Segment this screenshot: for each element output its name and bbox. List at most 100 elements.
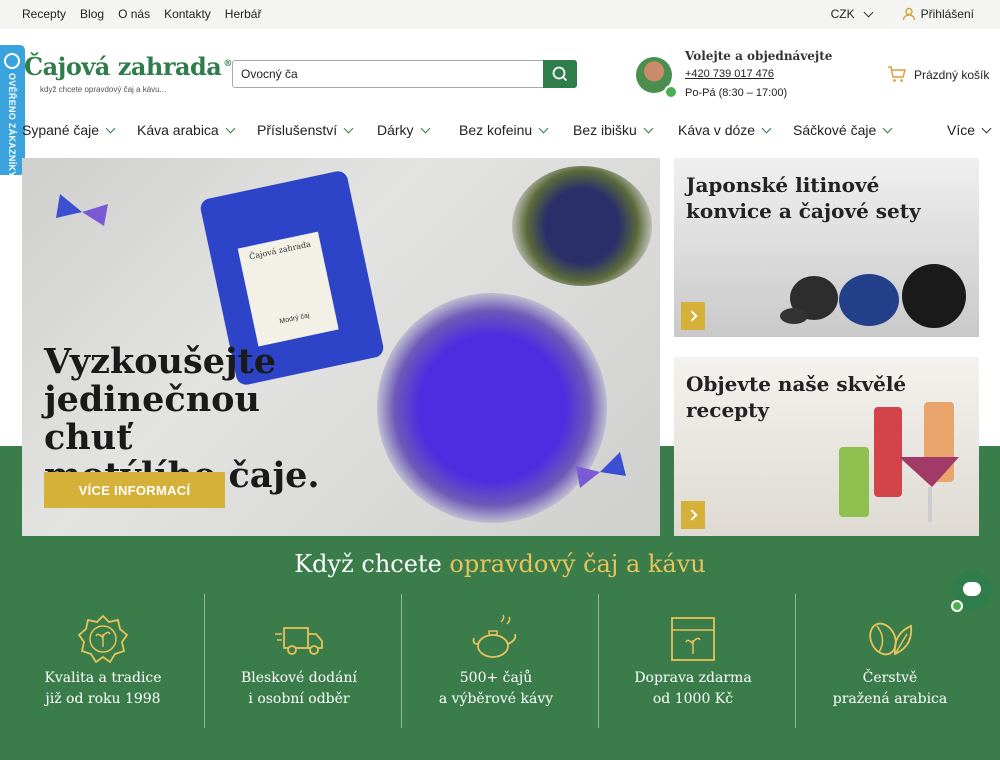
pouch-brand: Čajová zahrada	[248, 239, 312, 262]
top-link-o-nas[interactable]: O nás	[118, 7, 150, 21]
chevron-down-icon	[882, 123, 893, 133]
menu-label: Více	[947, 122, 976, 138]
butterfly-icon	[56, 194, 108, 226]
feature-line-1: Doprava zdarma	[634, 670, 752, 686]
menu-label: Bez ibišku	[573, 122, 637, 138]
operator-avatar	[636, 57, 678, 99]
menu-label: Příslušenství	[257, 122, 338, 138]
feature-line-2: od 1000 Kč	[652, 691, 734, 707]
menu-prislusenstvi[interactable]: Příslušenství	[257, 122, 354, 138]
promo-teapots-title: Japonské litinové konvice a čajové sety	[686, 173, 921, 223]
registered-mark: ®	[223, 59, 232, 69]
top-links: Recepty Blog O nás Kontakty Herbář	[22, 7, 261, 21]
menu-sypane-caje[interactable]: Sypané čaje	[22, 122, 116, 138]
feature-line-2: i osobní odběr	[248, 691, 350, 707]
top-link-herbar[interactable]: Herbář	[225, 7, 262, 21]
feature-line-1: 500+ čajů	[459, 670, 533, 686]
menu-bez-kofeinu[interactable]: Bez kofeinu	[459, 122, 549, 138]
site-logo[interactable]: Čajová zahrada ®	[24, 52, 232, 81]
feature-line-1: Čerstvě	[862, 670, 918, 686]
menu-bez-ibisku[interactable]: Bez ibišku	[573, 122, 654, 138]
promo-teapots[interactable]: Japonské litinové konvice a čajové sety	[674, 158, 979, 337]
feature-line-2: pražená arabica	[832, 691, 948, 707]
slogan-accent: opravdový čaj a kávu	[449, 550, 706, 578]
menu-label: Dárky	[377, 122, 414, 138]
cart-link[interactable]: Prázdný košík	[887, 66, 989, 83]
menu-label: Bez kofeinu	[459, 122, 533, 138]
top-link-kontakty[interactable]: Kontakty	[164, 7, 211, 21]
feature-free-shipping: Doprava zdarma od 1000 Kč	[595, 594, 791, 728]
login-link[interactable]: Přihlášení	[902, 7, 974, 21]
menu-sackove-caje[interactable]: Sáčkové čaje	[793, 122, 893, 138]
top-link-recepty[interactable]: Recepty	[22, 7, 66, 21]
package-icon	[671, 617, 715, 661]
butterfly-icon	[576, 452, 626, 488]
chat-button[interactable]	[951, 570, 992, 612]
teapots-image	[780, 264, 966, 328]
logo-name: Čajová zahrada	[24, 52, 222, 81]
slogan: Když chcete opravdový čaj a kávu	[0, 550, 1000, 578]
feature-fresh-coffee: Čerstvě pražená arabica	[792, 594, 988, 728]
main-menu: Sypané čaje Káva arabica Příslušenství D…	[0, 118, 1000, 144]
quality-badge-icon	[78, 614, 128, 664]
feature-delivery: Bleskové dodání i osobní odběr	[201, 594, 397, 728]
search-input[interactable]	[241, 66, 531, 82]
hero-line-1: Vyzkoušejte	[44, 341, 277, 382]
cart-label: Prázdný košík	[914, 67, 990, 82]
search-icon	[552, 66, 568, 82]
chevron-down-icon	[981, 123, 992, 133]
tea-bowl-image	[512, 166, 652, 286]
slogan-text: Když chcete	[294, 550, 450, 578]
contact-hours: Po-Pá (8:30 – 17:00)	[685, 87, 788, 99]
feature-line-1: Bleskové dodání	[241, 670, 357, 686]
top-link-blog[interactable]: Blog	[80, 7, 104, 21]
coffee-bean-icon	[869, 622, 913, 656]
feature-assortment: 500+ čajů a výběrové kávy	[398, 594, 594, 728]
drinks-image	[839, 402, 959, 522]
currency-label: CZK	[830, 7, 855, 21]
online-status-icon	[664, 85, 678, 99]
chevron-down-icon	[761, 123, 772, 133]
chevron-down-icon	[863, 7, 874, 17]
logo-tagline: když chcete opravdový čaj a kávu...	[40, 85, 167, 94]
menu-darky[interactable]: Dárky	[377, 122, 431, 138]
user-icon	[902, 7, 915, 21]
menu-label: Sáčkové čaje	[793, 122, 877, 138]
hero-banner[interactable]: Čajová zahrada Modrý čaj Vyzkoušejte jed…	[22, 158, 660, 536]
chevron-down-icon	[420, 123, 431, 133]
next-arrow-icon[interactable]	[681, 302, 705, 330]
menu-label: Káva arabica	[137, 122, 219, 138]
chevron-down-icon	[643, 123, 654, 133]
menu-kava-arabica[interactable]: Káva arabica	[137, 122, 236, 138]
menu-vice[interactable]: Více	[947, 122, 992, 138]
online-status-icon	[951, 600, 963, 612]
promo-recipes[interactable]: Objevte naše skvělé recepty	[674, 357, 979, 536]
search-box	[232, 60, 577, 88]
chevron-down-icon	[225, 123, 236, 133]
menu-label: Káva v dóze	[678, 122, 756, 138]
next-arrow-icon[interactable]	[681, 501, 705, 529]
hero-line-2: jedinečnou chuť	[44, 379, 260, 458]
contact-title: Volejte a objednávejte	[685, 49, 833, 63]
cart-icon	[888, 66, 906, 82]
top-right: CZK Přihlášení	[831, 7, 974, 21]
verified-badge[interactable]: OVĚŘENO ZÁKAZNÍKY	[0, 45, 25, 178]
feature-line-1: Kvalita a tradice	[44, 670, 162, 686]
search-button[interactable]	[543, 60, 577, 88]
contact-phone[interactable]: +420 739 017 476	[685, 68, 774, 80]
menu-kava-v-doze[interactable]: Káva v dóze	[678, 122, 772, 138]
pouch-product: Modrý čaj	[278, 312, 311, 326]
more-info-button[interactable]: VÍCE INFORMACÍ	[44, 472, 225, 508]
teapot-icon	[472, 614, 517, 658]
login-label: Přihlášení	[920, 7, 974, 21]
currency-select[interactable]: CZK	[830, 7, 874, 21]
pouch-label: Čajová zahrada Modrý čaj	[237, 231, 339, 347]
top-bar: Recepty Blog O nás Kontakty Herbář CZK P…	[0, 0, 1000, 29]
chevron-down-icon	[105, 123, 116, 133]
menu-label: Sypané čaje	[22, 122, 100, 138]
chevron-down-icon	[343, 123, 354, 133]
feature-line-2: již od roku 1998	[45, 691, 161, 707]
chat-bubble-icon	[963, 582, 981, 596]
delivery-truck-icon	[275, 627, 323, 655]
feature-quality: Kvalita a tradice již od roku 1998	[5, 594, 201, 728]
